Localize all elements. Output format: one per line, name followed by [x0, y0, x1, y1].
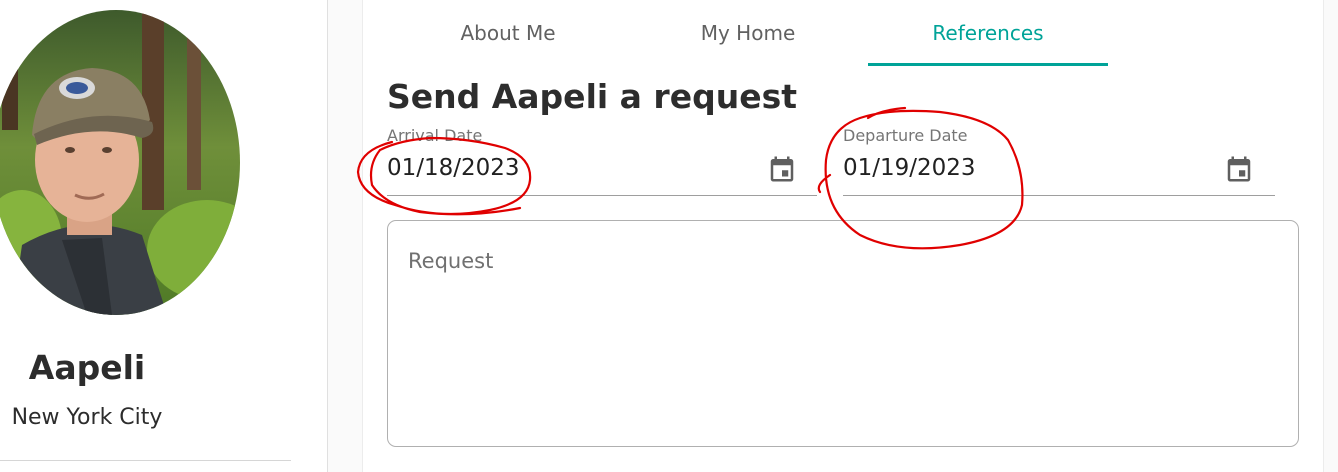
arrival-date-field[interactable]: Arrival Date 01/18/2023: [387, 122, 817, 196]
calendar-icon: [770, 156, 794, 182]
departure-date-label: Departure Date: [843, 126, 968, 145]
avatar-photo: [0, 10, 240, 315]
request-textarea[interactable]: [408, 249, 1278, 429]
tab-references-label: References: [932, 21, 1044, 45]
divider: [0, 460, 291, 461]
request-title: Send Aapeli a request: [387, 77, 798, 116]
profile-city: New York City: [11, 405, 163, 430]
departure-date-field[interactable]: Departure Date 01/19/2023: [843, 122, 1275, 196]
arrival-calendar-button[interactable]: [765, 152, 799, 186]
active-tab-indicator: [868, 63, 1108, 66]
tab-my-home[interactable]: My Home: [628, 0, 868, 66]
request-field[interactable]: [387, 220, 1299, 447]
avatar: [0, 10, 240, 315]
departure-calendar-button[interactable]: [1222, 152, 1256, 186]
departure-date-input[interactable]: 01/19/2023: [843, 155, 976, 181]
profile-sidebar: Aapeli New York City: [0, 0, 328, 472]
profile-name: Aapeli: [28, 348, 146, 387]
calendar-icon: [1227, 156, 1251, 182]
tab-about-me[interactable]: About Me: [388, 0, 628, 66]
profile-tabs: About Me My Home References: [388, 0, 1109, 66]
app-root: Aapeli New York City About Me My Home Re…: [0, 0, 1338, 472]
arrival-date-input[interactable]: 01/18/2023: [387, 155, 520, 181]
tab-references[interactable]: References: [868, 0, 1108, 66]
arrival-date-label: Arrival Date: [387, 126, 483, 145]
